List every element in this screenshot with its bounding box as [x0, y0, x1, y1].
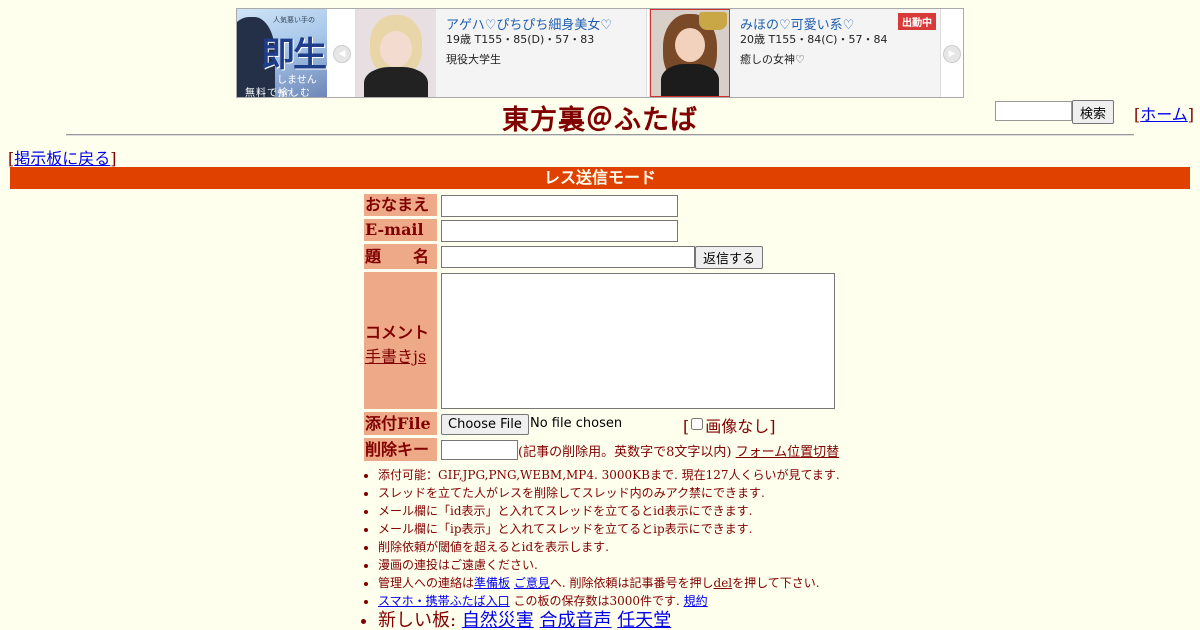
ad-left-small-text: 人気悪い手の	[273, 16, 315, 24]
list-item: 削除依頼が閾値を超えるとidを表示します.	[378, 538, 898, 556]
home-nav: [ホーム]	[1134, 101, 1194, 125]
list-item: スマホ・携帯ふたば入口 この板の保存数は3000件です. 規約	[378, 592, 898, 610]
search-input[interactable]	[995, 101, 1072, 121]
prep-board-link[interactable]: 準備板	[474, 576, 510, 590]
bracket: ]	[110, 149, 117, 168]
list-item: メール欄に「ip表示」と入れてスレッドを立てるとip表示にできます.	[378, 520, 898, 538]
search-button[interactable]: 検索	[1072, 100, 1115, 124]
note-text: を押して下さい.	[732, 576, 820, 590]
ad-card-photo	[650, 9, 730, 97]
note-text: へ. 削除依頼は記事番号を押し	[549, 576, 714, 590]
photo-body-shape	[661, 64, 719, 96]
board-notes: 添付可能：GIF,JPG,PNG,WEBM,MP4. 3000KBまで. 現在1…	[360, 466, 898, 630]
choose-file-button[interactable]: Choose File	[441, 414, 529, 435]
ad-prev-arrow-icon[interactable]: ◀	[333, 45, 351, 63]
ad-card-photo	[356, 9, 436, 97]
new-board-link[interactable]: 合成音声	[540, 610, 612, 630]
delete-key-input[interactable]	[441, 440, 518, 460]
rules-link[interactable]: 規約	[684, 594, 708, 608]
ad-next-arrow-icon[interactable]: ▶	[943, 45, 961, 63]
delete-key-label: 削除キー	[364, 438, 437, 461]
handwriting-link[interactable]: 手書きjs	[365, 347, 426, 366]
bracket: ]	[1187, 105, 1195, 124]
mode-bar: レス送信モード	[10, 167, 1190, 189]
subject-input[interactable]	[441, 246, 695, 268]
file-status: No file chosen	[530, 416, 623, 431]
ad-left-big-text: 即生	[261, 35, 327, 75]
list-item: 漫画の連投はご遠慮ください.	[378, 556, 898, 574]
new-board-link[interactable]: 任天堂	[617, 610, 671, 630]
ad-card-desc: 癒しの女神♡	[740, 53, 805, 66]
form-position-toggle-link[interactable]: フォーム位置切替	[736, 445, 840, 460]
mobile-entrance-link[interactable]: スマホ・携帯ふたば入口	[378, 594, 510, 608]
ad-card-desc: 現役大学生	[446, 53, 501, 66]
email-input[interactable]	[441, 220, 678, 242]
no-image-checkbox[interactable]	[691, 418, 704, 430]
ad-card[interactable]: アゲハ♡ぴちぴち細身美女♡ 19歳 T155・85(D)・57・83 現役大学生	[355, 9, 647, 97]
delete-key-note: (記事の削除用。英数字で8文字以内) フォーム位置切替	[518, 441, 839, 460]
email-label: E-mail	[364, 219, 437, 241]
feedback-link[interactable]: ご意見	[514, 576, 550, 590]
list-item: 管理人への連絡は準備板 ご意見へ. 削除依頼は記事番号を押しdelを押して下さい…	[378, 574, 898, 592]
no-image-label: 画像なし	[705, 417, 770, 436]
status-badge: 出勤中	[898, 13, 936, 30]
subject-label: 題 名	[364, 244, 437, 269]
note-text: 管理人への連絡は	[378, 576, 475, 590]
new-board-link[interactable]: 自然災害	[462, 610, 534, 630]
crown-icon	[699, 12, 727, 30]
ad-card[interactable]: みほの♡可愛い系♡ 20歳 T155・84(C)・57・84 癒しの女神♡ 出勤…	[649, 9, 941, 97]
photo-face-shape	[380, 31, 412, 67]
header-divider	[66, 134, 1134, 136]
home-link[interactable]: ホーム	[1140, 105, 1188, 124]
comment-label: コメント	[365, 323, 430, 342]
note-text: この板の保存数は3000件です.	[513, 594, 680, 608]
ad-card-spec: 19歳 T155・85(D)・57・83	[446, 33, 595, 46]
comment-textarea[interactable]	[441, 273, 835, 409]
list-item: メール欄に「id表示」と入れてスレッドを立てるとid表示にできます.	[378, 502, 898, 520]
name-label: おなまえ	[364, 194, 437, 216]
back-nav: [掲示板に戻る]	[8, 145, 117, 169]
ad-banner[interactable]: 人気悪い手の 即生 しませんか？ 無料で愉しむ ◀ アゲハ♡ぴちぴち細身美女♡ …	[236, 8, 964, 98]
file-label: 添付File	[364, 412, 437, 435]
submit-button[interactable]: 返信する	[695, 246, 764, 269]
ad-left-sub: 無料で愉しむ	[245, 88, 311, 97]
photo-face-shape	[675, 28, 705, 62]
delete-key-hint: (記事の削除用。英数字で8文字以内)	[518, 445, 732, 460]
comment-label-cell: コメント 手書きjs	[364, 272, 437, 409]
back-to-board-link[interactable]: 掲示板に戻る	[14, 149, 110, 168]
bracket: [	[683, 417, 690, 436]
ad-left-banner[interactable]: 人気悪い手の 即生 しませんか？ 無料で愉しむ	[237, 9, 327, 97]
list-item: 添付可能：GIF,JPG,PNG,WEBM,MP4. 3000KBまで. 現在1…	[378, 466, 898, 484]
no-image-option: [ 画像なし]	[683, 413, 776, 437]
del-link[interactable]: del	[714, 576, 733, 590]
new-boards-label: 新しい板:	[378, 610, 457, 630]
photo-body-shape	[364, 67, 428, 97]
page: 人気悪い手の 即生 しませんか？ 無料で愉しむ ◀ アゲハ♡ぴちぴち細身美女♡ …	[0, 0, 1200, 630]
bracket: ]	[769, 417, 776, 436]
ad-card-spec: 20歳 T155・84(C)・57・84	[740, 33, 888, 46]
list-item: スレッドを立てた人がレスを削除してスレッド内のみアク禁にできます.	[378, 484, 898, 502]
list-item: 新しい板: 自然災害 合成音声 任天堂	[378, 610, 898, 630]
name-input[interactable]	[441, 195, 678, 217]
